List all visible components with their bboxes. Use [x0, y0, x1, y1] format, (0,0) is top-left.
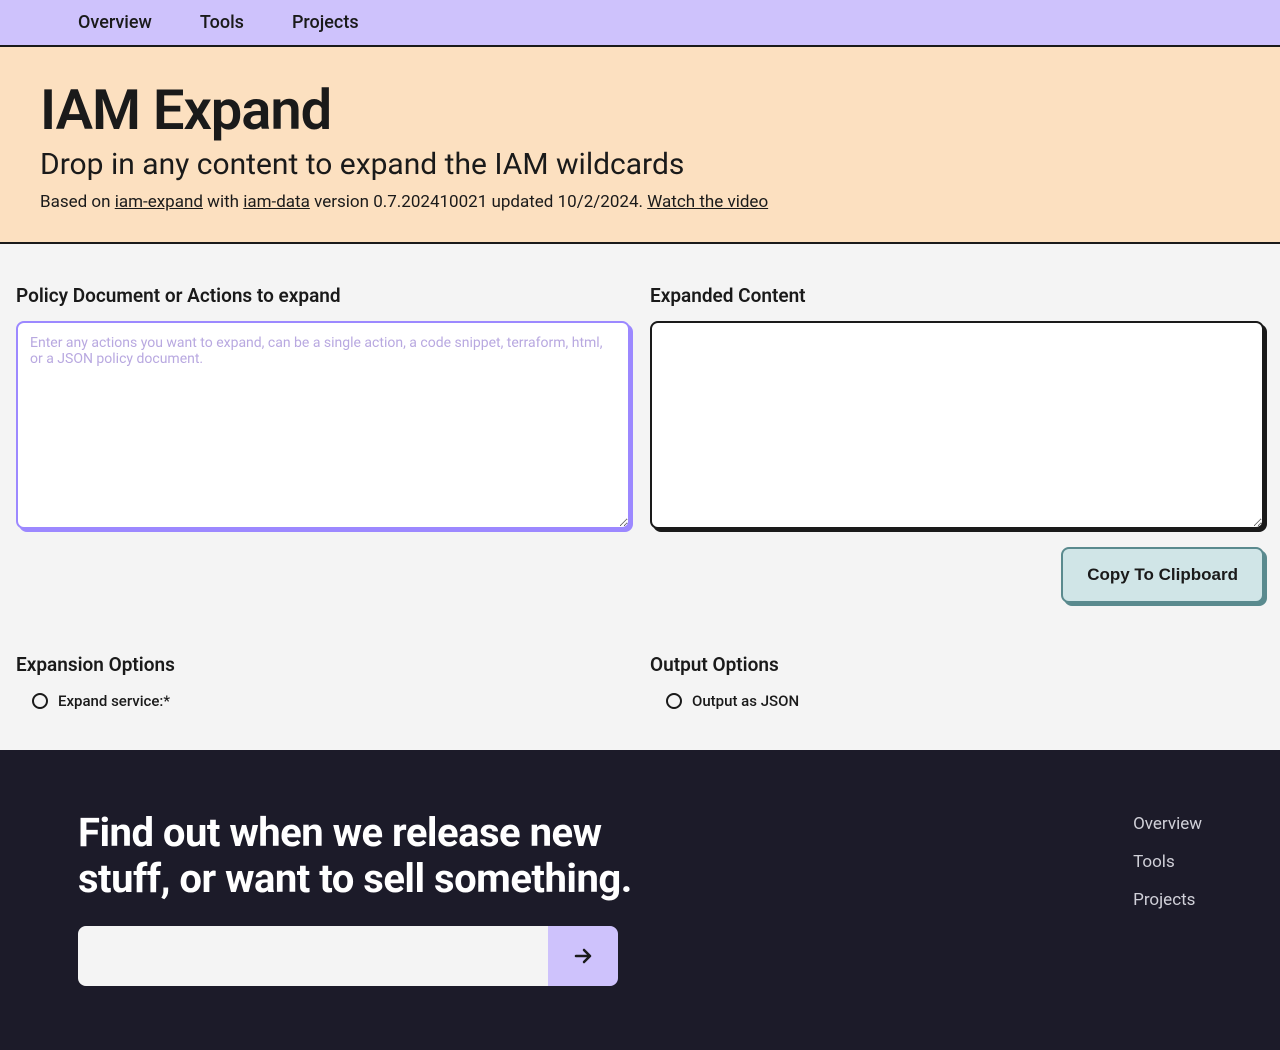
footer-nav: Overview Tools Projects	[1133, 810, 1202, 990]
arrow-right-icon	[571, 944, 595, 968]
policy-input[interactable]	[16, 321, 630, 529]
iam-data-link[interactable]: iam-data	[243, 192, 310, 212]
hero-section: IAM Expand Drop in any content to expand…	[0, 47, 1280, 244]
main-content: Policy Document or Actions to expand Exp…	[0, 244, 1280, 643]
input-label: Policy Document or Actions to expand	[16, 284, 630, 307]
nav-link-projects[interactable]: Projects	[292, 12, 359, 33]
footer-link-tools[interactable]: Tools	[1133, 852, 1202, 872]
email-form	[78, 926, 618, 986]
meta-text: with	[203, 192, 243, 212]
footer-link-overview[interactable]: Overview	[1133, 814, 1202, 834]
output-label: Expanded Content	[650, 284, 1264, 307]
footer: Find out when we release new stuff, or w…	[0, 750, 1280, 1050]
iam-expand-link[interactable]: iam-expand	[115, 192, 203, 212]
page-title: IAM Expand	[40, 77, 1240, 143]
meta-text: Based on	[40, 192, 115, 212]
version-text: version 0.7.202410021 updated 10/2/2024.	[310, 192, 647, 212]
options-row: Expansion Options Expand service:* Outpu…	[0, 643, 1280, 750]
email-input[interactable]	[78, 926, 548, 986]
email-submit-button[interactable]	[548, 926, 618, 986]
expansion-options-title: Expansion Options	[16, 653, 630, 676]
output-json-option[interactable]: Output as JSON	[650, 692, 1264, 710]
page-subtitle: Drop in any content to expand the IAM wi…	[40, 147, 1240, 182]
output-column: Expanded Content Copy To Clipboard	[650, 284, 1264, 603]
expand-service-label: Expand service:*	[58, 692, 170, 710]
expanded-output[interactable]	[650, 321, 1264, 529]
watch-video-link[interactable]: Watch the video	[647, 192, 768, 212]
input-column: Policy Document or Actions to expand	[16, 284, 630, 603]
top-nav: Overview Tools Projects	[0, 0, 1280, 47]
nav-link-tools[interactable]: Tools	[200, 12, 244, 33]
footer-left: Find out when we release new stuff, or w…	[78, 810, 658, 990]
output-options-title: Output Options	[650, 653, 1264, 676]
copy-to-clipboard-button[interactable]: Copy To Clipboard	[1061, 547, 1264, 603]
radio-icon	[32, 693, 48, 709]
output-options: Output Options Output as JSON	[650, 653, 1264, 710]
nav-link-overview[interactable]: Overview	[78, 12, 152, 33]
footer-link-projects[interactable]: Projects	[1133, 890, 1202, 910]
footer-heading: Find out when we release new stuff, or w…	[78, 810, 658, 902]
expand-service-option[interactable]: Expand service:*	[16, 692, 630, 710]
radio-icon	[666, 693, 682, 709]
hero-meta: Based on iam-expand with iam-data versio…	[40, 192, 1240, 212]
output-json-label: Output as JSON	[692, 692, 799, 710]
expansion-options: Expansion Options Expand service:*	[16, 653, 630, 710]
